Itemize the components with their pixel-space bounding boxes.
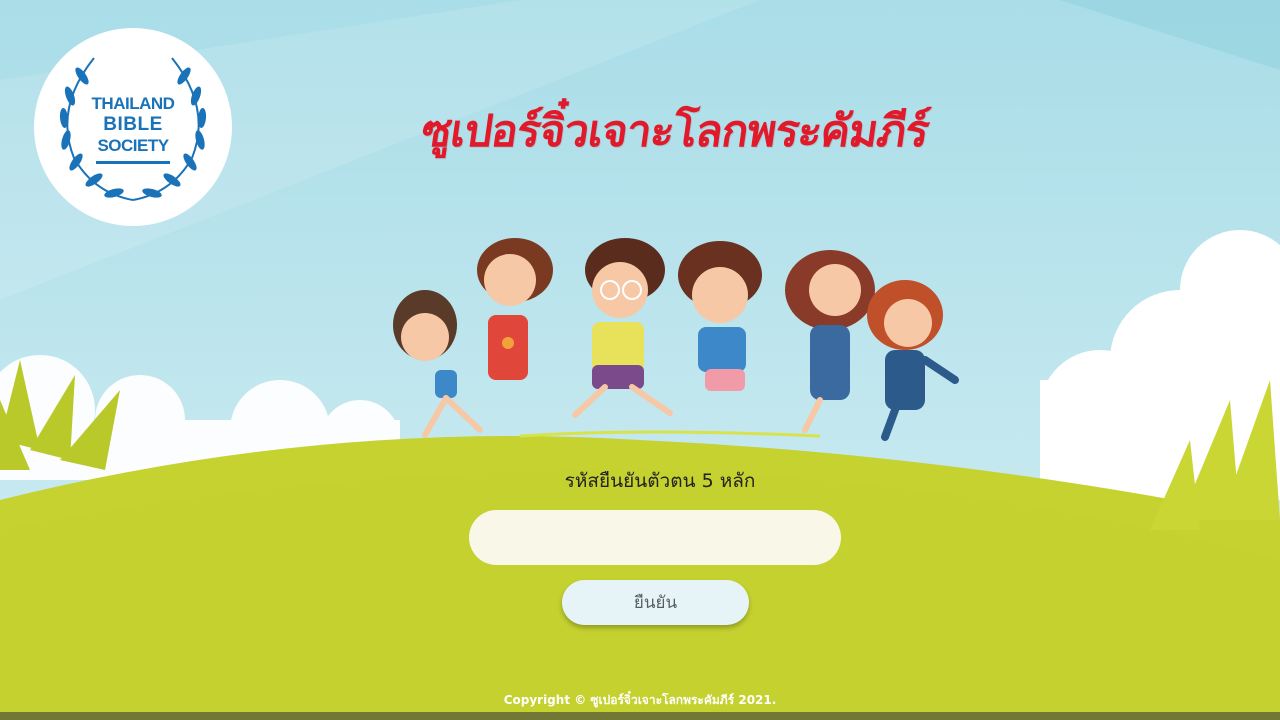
- app-title: ซูเปอร์จิ๋วเจาะโลกพระคัมภีร์: [418, 106, 932, 157]
- copyright-footer: Copyright © ซูเปอร์จิ๋วเจาะโลกพระคัมภีร์…: [503, 693, 777, 707]
- code-input[interactable]: [469, 510, 841, 565]
- code-label: รหัสยืนยันตัวตน 5 หลัก: [564, 470, 756, 492]
- logo-text-thailand: THAILAND: [91, 94, 175, 113]
- kids-illustration: [393, 238, 959, 441]
- kid-3: [572, 238, 673, 418]
- thailand-bible-society-logo: THAILAND BIBLE SOCIETY: [34, 28, 232, 226]
- logo-underline: [96, 161, 170, 164]
- kid-5: [785, 250, 875, 433]
- kid-1: [393, 290, 483, 438]
- logo-text-bible: BIBLE: [103, 114, 163, 135]
- confirm-button[interactable]: ยืนยัน: [562, 580, 749, 625]
- kid-2: [477, 238, 553, 380]
- kid-4: [678, 241, 762, 391]
- kid-6: [867, 280, 959, 441]
- logo-text-society: SOCIETY: [97, 136, 169, 155]
